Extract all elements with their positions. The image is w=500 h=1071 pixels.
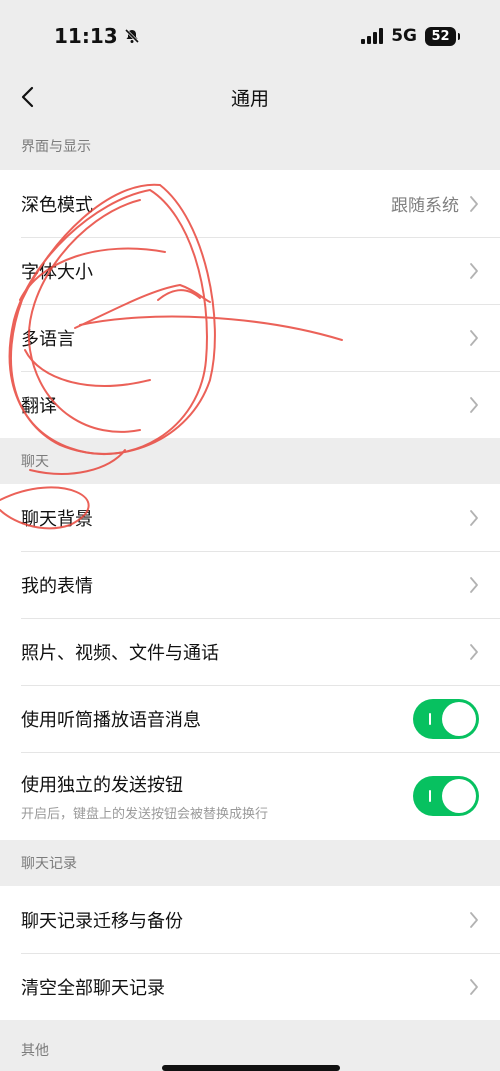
page-title: 通用 bbox=[230, 87, 269, 110]
settings-group-display: 深色模式 跟随系统 字体大小 多语言 翻译 bbox=[0, 170, 500, 438]
row-label: 多语言 bbox=[21, 328, 75, 350]
font-size-row[interactable]: 字体大小 bbox=[0, 237, 500, 304]
row-label: 使用独立的发送按钮 bbox=[21, 774, 183, 796]
row-label: 清空全部聊天记录 bbox=[21, 977, 165, 999]
network-type: 5G bbox=[391, 26, 417, 46]
row-label: 使用听筒播放语音消息 bbox=[21, 709, 201, 731]
bell-muted-icon bbox=[124, 28, 139, 44]
row-label: 深色模式 bbox=[21, 194, 93, 216]
row-label: 字体大小 bbox=[21, 261, 93, 283]
chevron-right-icon bbox=[470, 262, 478, 279]
translate-row[interactable]: 翻译 bbox=[0, 371, 500, 438]
toggle-knob bbox=[442, 701, 476, 736]
chevron-right-icon bbox=[470, 509, 478, 526]
battery-level: 52 bbox=[431, 28, 450, 44]
language-row[interactable]: 多语言 bbox=[0, 304, 500, 371]
section-header-display: 界面与显示 bbox=[21, 139, 91, 155]
section-header-history: 聊天记录 bbox=[21, 856, 77, 872]
clear-chat-history-row[interactable]: 清空全部聊天记录 bbox=[0, 953, 500, 1020]
chevron-right-icon bbox=[470, 396, 478, 413]
separate-send-button-toggle[interactable] bbox=[413, 776, 479, 816]
status-bar: 11:13 5G 52 bbox=[0, 0, 500, 72]
my-stickers-row[interactable]: 我的表情 bbox=[0, 551, 500, 618]
section-header-chat: 聊天 bbox=[21, 454, 49, 470]
chat-history-backup-row[interactable]: 聊天记录迁移与备份 bbox=[0, 886, 500, 953]
chevron-right-icon bbox=[470, 643, 478, 660]
toggle-knob bbox=[442, 779, 476, 813]
section-header-other: 其他 bbox=[21, 1043, 49, 1059]
chat-background-row[interactable]: 聊天背景 bbox=[0, 484, 500, 551]
earpiece-voice-toggle[interactable] bbox=[413, 698, 479, 739]
signal-icon bbox=[361, 28, 384, 44]
row-description: 开启后，键盘上的发送按钮会被替换成换行 bbox=[21, 806, 269, 822]
earpiece-voice-row: 使用听筒播放语音消息 bbox=[0, 685, 500, 752]
nav-bar: 通用 bbox=[0, 72, 500, 122]
home-indicator bbox=[162, 1065, 340, 1071]
status-time: 11:13 bbox=[54, 24, 118, 48]
battery-icon: 52 bbox=[425, 26, 460, 46]
settings-group-history: 聊天记录迁移与备份 清空全部聊天记录 bbox=[0, 886, 500, 1020]
dark-mode-row[interactable]: 深色模式 跟随系统 bbox=[0, 170, 500, 237]
row-label: 照片、视频、文件与通话 bbox=[21, 642, 219, 664]
chevron-right-icon bbox=[470, 195, 478, 212]
back-chevron-icon[interactable] bbox=[20, 85, 36, 109]
chevron-right-icon bbox=[470, 978, 478, 995]
media-files-calls-row[interactable]: 照片、视频、文件与通话 bbox=[0, 618, 500, 685]
chevron-right-icon bbox=[470, 576, 478, 593]
row-label: 翻译 bbox=[21, 395, 57, 417]
chevron-right-icon bbox=[470, 911, 478, 928]
dark-mode-value: 跟随系统 bbox=[391, 196, 459, 216]
status-indicators: 5G 52 bbox=[361, 26, 460, 46]
row-label: 我的表情 bbox=[21, 575, 93, 597]
row-label: 聊天背景 bbox=[21, 508, 93, 530]
chevron-right-icon bbox=[470, 329, 478, 346]
row-label: 聊天记录迁移与备份 bbox=[21, 910, 183, 932]
separate-send-button-row: 使用独立的发送按钮 开启后，键盘上的发送按钮会被替换成换行 bbox=[0, 752, 500, 840]
settings-group-chat: 聊天背景 我的表情 照片、视频、文件与通话 使用听筒播放语音消息 使用独立的发送… bbox=[0, 484, 500, 840]
status-time-group: 11:13 bbox=[54, 24, 140, 48]
